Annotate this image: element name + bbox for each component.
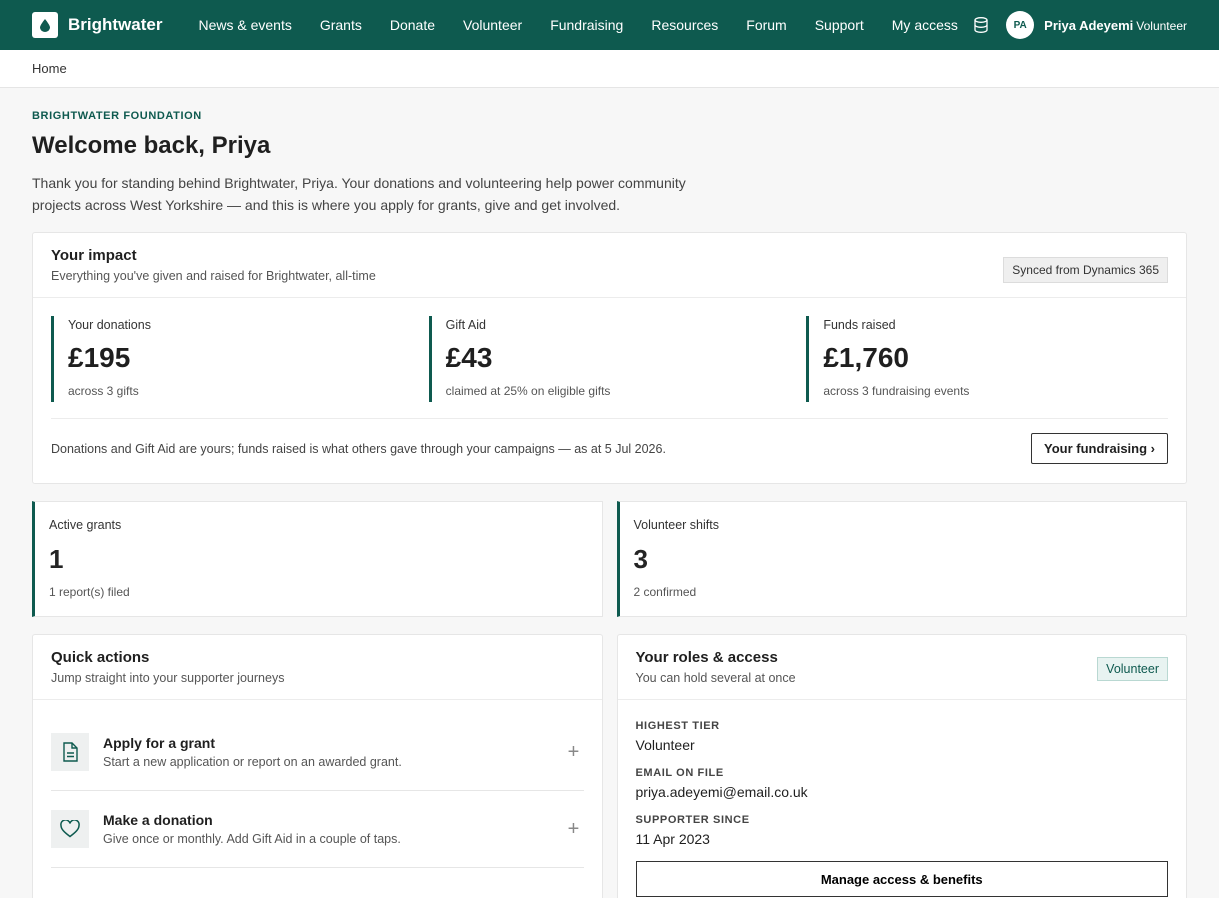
brand-name: Brightwater [68,15,163,34]
roles-access-card: Your roles & access You can hold several… [616,634,1187,898]
user-role: Volunteer [1136,18,1187,33]
mini-value: 3 [633,544,648,574]
action-apply-grant[interactable]: Apply for a grant Start a new applicatio… [51,714,584,791]
field-value: 11 Apr 2023 [635,831,710,847]
breadcrumb-bar: Home [0,50,1219,88]
nav-links: News & events Grants Donate Volunteer Fu… [184,17,971,33]
quick-actions-title: Quick actions [51,649,150,666]
impact-card: Your impact Everything you've given and … [32,232,1187,484]
stat-donations: Your donations £195 across 3 gifts [51,316,413,402]
stat-funds-raised: Funds raised £1,760 across 3 fundraising… [806,316,1168,402]
roles-subtitle: You can hold several at once [635,671,796,685]
quick-actions-header: Quick actions Jump straight into your su… [33,635,602,700]
field-label: EMAIL ON FILE [635,767,724,779]
action-desc: Start a new application or report on an … [103,755,402,769]
impact-footnote: Donations and Gift Aid are yours; funds … [51,441,666,456]
nav-link-fundraising[interactable]: Fundraising [536,17,637,33]
roles-title: Your roles & access [635,649,778,666]
breadcrumb[interactable]: Home [32,61,67,76]
user-name: Priya Adeyemi Volunteer [1044,18,1187,33]
mini-note: 2 confirmed [633,585,697,599]
water-drop-icon [32,12,58,38]
impact-title: Your impact [51,247,137,264]
action-body: Apply for a grant Start a new applicatio… [103,735,564,769]
impact-stats: Your donations £195 across 3 gifts Gift … [33,298,1186,402]
mini-label: Active grants [49,518,122,532]
brand[interactable]: Brightwater [32,12,162,38]
role-badge: Volunteer [1097,657,1168,681]
top-navigation: Brightwater News & events Grants Donate … [0,0,1219,50]
document-icon [51,733,89,771]
volunteer-shifts-card[interactable]: Volunteer shifts 3 2 confirmed [616,501,1187,617]
mini-note: 1 report(s) filed [49,585,130,599]
bottom-row: Quick actions Jump straight into your su… [32,634,1187,898]
intro-text: Thank you for standing behind Brightwate… [32,175,686,213]
stat-value: £195 [68,342,131,373]
nav-link-grants[interactable]: Grants [306,17,376,33]
impact-subtitle: Everything you've given and raised for B… [51,269,376,283]
mini-label: Volunteer shifts [633,518,719,532]
nav-link-my-access[interactable]: My access [878,17,972,33]
stat-note: claimed at 25% on eligible gifts [445,384,611,398]
stat-gift-aid: Gift Aid £43 claimed at 25% on eligible … [428,316,791,402]
field-label: HIGHEST TIER [635,720,720,732]
action-desc: Give once or monthly. Add Gift Aid in a … [103,832,401,846]
nav-link-support[interactable]: Support [801,17,878,33]
nav-link-forum[interactable]: Forum [732,17,800,33]
plus-icon[interactable]: + [564,741,584,764]
quick-actions-subtitle: Jump straight into your supporter journe… [51,671,285,685]
roles-body: HIGHEST TIER Volunteer EMAIL ON FILE pri… [618,700,1187,897]
stat-label: Your donations [68,318,151,332]
nav-link-volunteer[interactable]: Volunteer [449,17,536,33]
active-grants-card[interactable]: Active grants 1 1 report(s) filed [32,501,603,617]
action-title: Apply for a grant [103,735,216,751]
nav-link-resources[interactable]: Resources [637,17,732,33]
quick-actions-card: Quick actions Jump straight into your su… [32,634,603,898]
stat-note: across 3 fundraising events [823,384,970,398]
action-make-donation[interactable]: Make a donation Give once or monthly. Ad… [51,791,584,868]
impact-card-header: Your impact Everything you've given and … [33,233,1186,298]
field-label: SUPPORTER SINCE [635,814,750,826]
user-menu[interactable]: PA Priya Adeyemi Volunteer [1006,11,1187,39]
avatar: PA [1006,11,1035,39]
database-icon[interactable] [972,16,990,34]
page-title: Welcome back, Priya [32,132,271,159]
action-title: Make a donation [103,812,213,828]
sync-badge: Synced from Dynamics 365 [1003,257,1168,283]
impact-footer: Donations and Gift Aid are yours; funds … [51,418,1168,483]
stat-note: across 3 gifts [68,384,139,398]
stat-value: £43 [445,342,493,373]
field-value: priya.adeyemi@email.co.uk [635,784,808,800]
mini-value: 1 [49,544,64,574]
manage-access-button[interactable]: Manage access & benefits [635,861,1168,897]
action-body: Make a donation Give once or monthly. Ad… [103,812,564,846]
roles-header: Your roles & access You can hold several… [617,635,1186,700]
your-fundraising-button[interactable]: Your fundraising › [1031,433,1168,464]
summary-row: Active grants 1 1 report(s) filed Volunt… [32,501,1187,617]
stat-label: Funds raised [823,318,896,332]
nav-link-news-events[interactable]: News & events [184,17,305,33]
main-content: BRIGHTWATER FOUNDATION Welcome back, Pri… [0,88,1219,898]
field-value: Volunteer [635,737,695,753]
plus-icon[interactable]: + [564,818,584,841]
nav-link-donate[interactable]: Donate [376,17,449,33]
heart-icon [51,810,89,848]
user-name-text: Priya Adeyemi [1044,17,1134,33]
nav-right: PA Priya Adeyemi Volunteer [972,11,1187,39]
actions-list: Apply for a grant Start a new applicatio… [33,700,602,868]
stat-label: Gift Aid [445,318,486,332]
stat-value: £1,760 [823,342,909,373]
eyebrow: BRIGHTWATER FOUNDATION [32,110,202,122]
